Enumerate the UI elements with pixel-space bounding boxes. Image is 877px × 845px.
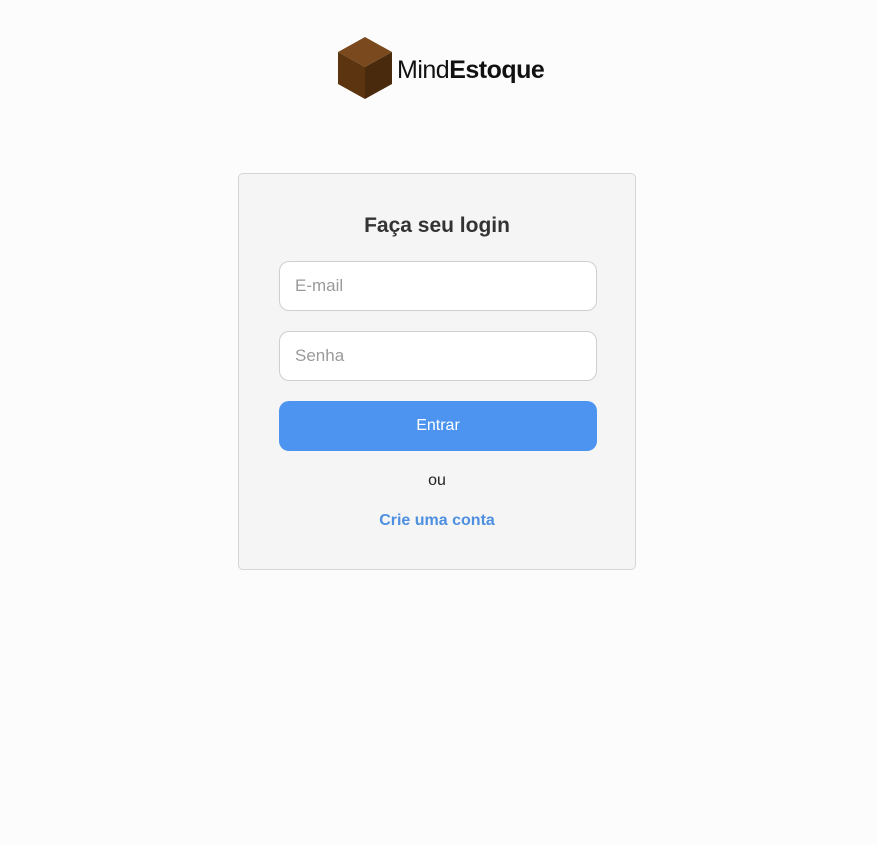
brand-name-light: Mind	[397, 55, 450, 84]
email-input[interactable]	[279, 261, 597, 311]
create-account-link[interactable]: Crie uma conta	[239, 512, 635, 530]
login-page: MindEstoque Faça seu login Entrar ou Cri…	[0, 0, 877, 845]
brand-name-bold: Estoque	[449, 55, 545, 84]
login-button[interactable]: Entrar	[279, 401, 597, 451]
cube-icon	[337, 36, 393, 100]
login-title: Faça seu login	[364, 214, 510, 237]
brand-logo: MindEstoque	[337, 36, 545, 100]
brand-name: MindEstoque	[397, 55, 545, 84]
or-separator: ou	[428, 472, 446, 489]
login-card: Faça seu login Entrar ou Crie uma conta	[238, 173, 636, 570]
password-input[interactable]	[279, 331, 597, 381]
